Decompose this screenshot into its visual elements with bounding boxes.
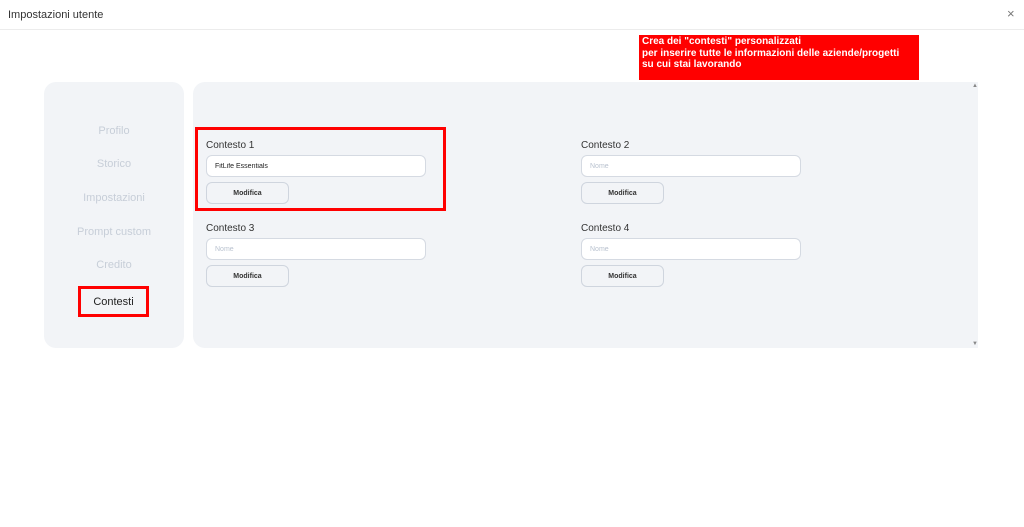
context-4-name-input[interactable]: [581, 238, 801, 260]
context-3-label: Contesto 3: [206, 223, 255, 234]
sidebar-item-profilo[interactable]: Profilo: [44, 125, 184, 137]
sidebar-item-impostazioni[interactable]: Impostazioni: [44, 192, 184, 204]
context-2-name-input[interactable]: [581, 155, 801, 177]
sidebar-item-contesti[interactable]: Contesti: [78, 286, 149, 317]
callout-line-1: Crea dei "contesti" personalizzati: [642, 36, 801, 47]
context-4-label: Contesto 4: [581, 223, 630, 234]
dialog-title: Impostazioni utente: [8, 9, 104, 21]
context-1-edit-button[interactable]: Modifica: [206, 182, 289, 204]
callout-line-2: per inserire tutte le informazioni delle…: [642, 47, 900, 59]
annotation-callout: Crea dei "contesti" personalizzati per i…: [639, 35, 919, 80]
sidebar-item-storico[interactable]: Storico: [44, 158, 184, 170]
sidebar-item-credito[interactable]: Credito: [44, 259, 184, 271]
contexts-panel: [193, 82, 978, 348]
context-1-label: Contesto 1: [206, 140, 255, 151]
dialog-header: Impostazioni utente ×: [0, 0, 1024, 30]
context-2-edit-button[interactable]: Modifica: [581, 182, 664, 204]
context-4-edit-button[interactable]: Modifica: [581, 265, 664, 287]
context-1-name-input[interactable]: [206, 155, 426, 177]
close-icon[interactable]: ×: [1007, 7, 1015, 21]
scroll-down-icon[interactable]: ▼: [972, 341, 978, 347]
scroll-up-icon[interactable]: ▲: [972, 83, 978, 89]
callout-line-3: su cui stai lavorando: [642, 59, 742, 70]
context-3-name-input[interactable]: [206, 238, 426, 260]
sidebar-item-prompt-custom[interactable]: Prompt custom: [44, 226, 184, 238]
context-3-edit-button[interactable]: Modifica: [206, 265, 289, 287]
context-2-label: Contesto 2: [581, 140, 630, 151]
